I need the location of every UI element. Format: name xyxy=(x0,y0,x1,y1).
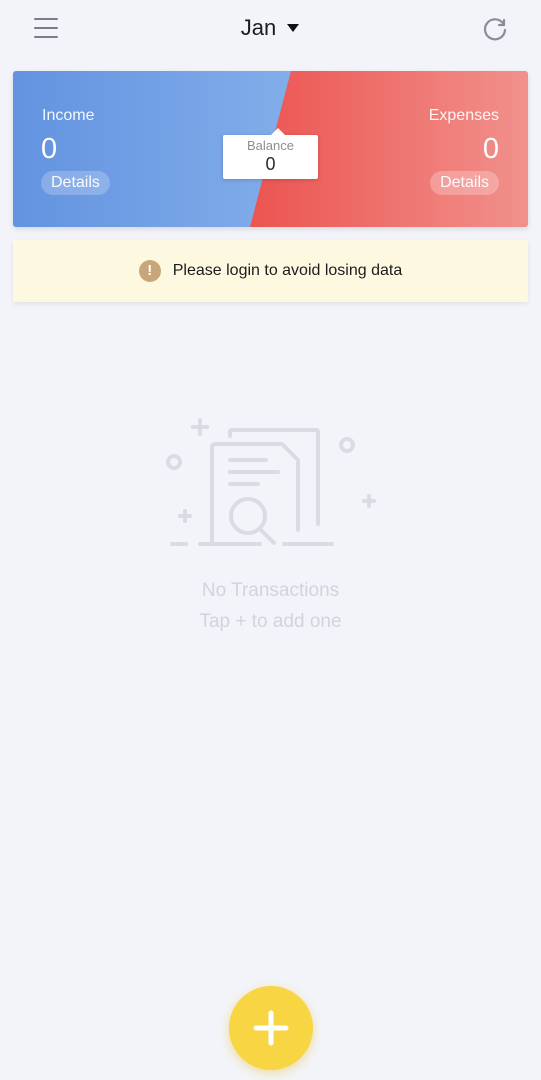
refresh-icon[interactable] xyxy=(481,15,509,43)
month-label: Jan xyxy=(240,15,277,40)
income-value: 0 xyxy=(41,133,58,165)
caret-down-icon xyxy=(287,24,300,32)
add-transaction-button[interactable] xyxy=(229,986,313,1070)
empty-state-hint: Tap + to add one xyxy=(199,611,342,632)
empty-state-title: No Transactions xyxy=(201,580,340,601)
document-search-icon xyxy=(166,418,376,546)
balance-box: Balance 0 xyxy=(223,128,318,179)
month-selector[interactable]: Jan xyxy=(241,14,300,42)
expenses-label: Expenses xyxy=(428,107,499,124)
month-picker: Jan xyxy=(0,14,541,42)
income-label: Income xyxy=(42,107,95,124)
exclamation-circle-icon: ! xyxy=(138,260,161,282)
summary-card: Income 0 Details Expenses 0 Details Bala… xyxy=(13,71,528,227)
balance-value: 0 xyxy=(265,154,276,174)
login-banner-text: Please login to avoid losing data xyxy=(172,262,403,279)
plus-icon xyxy=(253,1010,289,1046)
balance-label: Balance xyxy=(247,138,294,153)
login-banner[interactable]: ! Please login to avoid losing data xyxy=(13,240,528,302)
expenses-value: 0 xyxy=(482,133,499,165)
expenses-details-button[interactable]: Details xyxy=(430,171,499,195)
top-bar: Jan xyxy=(0,0,541,58)
income-details-button[interactable]: Details xyxy=(41,171,110,195)
menu-icon[interactable] xyxy=(34,17,58,39)
